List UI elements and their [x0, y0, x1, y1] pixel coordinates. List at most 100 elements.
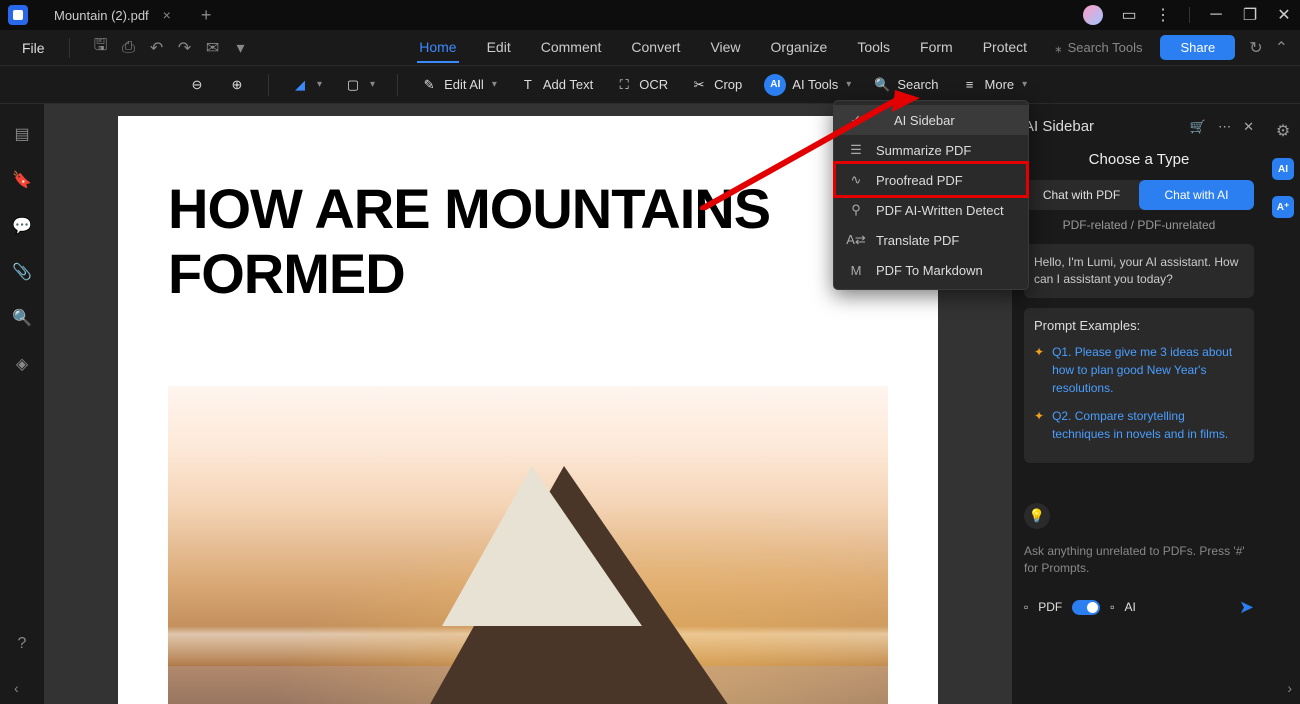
far-right-bar: ⚙ AI A⁺ [1266, 104, 1300, 704]
related-label: PDF-related / PDF-unrelated [1024, 218, 1254, 232]
ai-panel-icon[interactable]: AI [1272, 158, 1294, 180]
tab-comment[interactable]: Comment [539, 33, 604, 63]
layers-icon[interactable]: ◈ [12, 354, 32, 374]
highlight-button[interactable]: ◢▾ [283, 72, 330, 98]
ai-sidebar-title: AI Sidebar [1024, 118, 1094, 135]
tab-tools[interactable]: Tools [855, 33, 892, 63]
summary-icon: ☰ [848, 142, 864, 158]
maximize-button[interactable]: ❐ [1242, 7, 1258, 23]
ai-toggle-icon: ▫ [1110, 600, 1114, 614]
ocr-button[interactable]: ⛶OCR [607, 72, 676, 98]
message-icon[interactable]: ▭ [1121, 7, 1137, 23]
prompt-q1[interactable]: ✦ Q1. Please give me 3 ideas about how t… [1034, 343, 1244, 397]
prev-page-button[interactable]: ‹ [14, 680, 19, 696]
detect-icon: ⚲ [848, 202, 864, 218]
comment-icon[interactable]: 💬 [12, 216, 32, 236]
bulb-icon: ⁎ [1055, 40, 1062, 56]
prompt-q2[interactable]: ✦ Q2. Compare storytelling techniques in… [1034, 407, 1244, 443]
type-toggle: Chat with PDF Chat with AI [1024, 180, 1254, 210]
sync-icon[interactable]: ↻ [1249, 38, 1262, 58]
titlebar: Mountain (2).pdf × + ▭ ⋮ ─ ❐ ✕ [0, 0, 1300, 30]
translate-panel-icon[interactable]: A⁺ [1272, 196, 1294, 218]
redo-icon[interactable]: ↷ [176, 39, 194, 57]
ai-badge-icon: AI [764, 74, 786, 96]
tab-organize[interactable]: Organize [769, 33, 830, 63]
main-tabs: Home Edit Comment Convert View Organize … [417, 33, 1029, 63]
next-page-button[interactable]: › [1287, 680, 1292, 696]
dropdown-ai-detect[interactable]: ⚲ PDF AI-Written Detect [834, 195, 1028, 225]
dropdown-translate[interactable]: A⇄ Translate PDF [834, 225, 1028, 255]
close-panel-icon[interactable]: ✕ [1243, 119, 1254, 135]
attachment-icon[interactable]: 📎 [12, 262, 32, 282]
help-icon[interactable]: ? [12, 634, 32, 654]
app-logo [8, 5, 28, 25]
bookmark-icon[interactable]: 🔖 [12, 170, 32, 190]
translate-icon: A⇄ [848, 232, 864, 248]
thumbnails-icon[interactable]: ▤ [12, 124, 32, 144]
proofread-icon: ∿ [848, 172, 864, 188]
undo-icon[interactable]: ↶ [148, 39, 166, 57]
shape-button[interactable]: ▢▾ [336, 72, 383, 98]
ai-toggle-label: AI [1125, 600, 1136, 614]
toolbar: ⊖ ⊕ ◢▾ ▢▾ ✎Edit All▾ TAdd Text ⛶OCR ✂Cro… [0, 66, 1300, 104]
more-dots-icon[interactable]: ⋯ [1218, 119, 1231, 135]
document-heading: HOW ARE MOUNTAINS FORMED [168, 176, 888, 306]
file-menu[interactable]: File [12, 40, 55, 56]
search-button[interactable]: 🔍Search [865, 72, 946, 98]
close-button[interactable]: ✕ [1276, 7, 1292, 23]
minimize-button[interactable]: ─ [1208, 7, 1224, 23]
chat-with-ai-button[interactable]: Chat with AI [1139, 180, 1254, 210]
dropdown-ai-sidebar[interactable]: ✓ AI Sidebar [834, 105, 1028, 135]
save-icon[interactable]: 🖫 [92, 39, 110, 57]
tab-home[interactable]: Home [417, 33, 458, 63]
ai-greeting: Hello, I'm Lumi, your AI assistant. How … [1024, 244, 1254, 298]
print-icon[interactable]: ⎙ [120, 39, 138, 57]
pdf-toggle-icon: ▫ [1024, 600, 1028, 614]
mail-icon[interactable]: ✉ [204, 39, 222, 57]
chevron-up-icon[interactable]: ⌃ [1275, 38, 1288, 58]
more-button[interactable]: ≡More▾ [953, 72, 1036, 98]
chat-with-pdf-button[interactable]: Chat with PDF [1024, 180, 1139, 210]
search-icon[interactable]: 🔍 [12, 308, 32, 328]
menubar: File 🖫 ⎙ ↶ ↷ ✉ ▾ Home Edit Comment Conve… [0, 30, 1300, 66]
edit-all-button[interactable]: ✎Edit All▾ [412, 72, 505, 98]
document-tab[interactable]: Mountain (2).pdf × [38, 0, 187, 30]
tab-convert[interactable]: Convert [629, 33, 682, 63]
tab-form[interactable]: Form [918, 33, 955, 63]
ai-tools-dropdown: ✓ AI Sidebar ☰ Summarize PDF ∿ Proofread… [833, 100, 1029, 290]
ask-placeholder[interactable]: Ask anything unrelated to PDFs. Press '#… [1024, 543, 1254, 577]
cart-icon[interactable]: 🛒 [1190, 119, 1206, 135]
ai-tools-button[interactable]: AIAI Tools▾ [756, 70, 859, 100]
pdf-page: HOW ARE MOUNTAINS FORMED [118, 116, 938, 704]
share-button[interactable]: Share [1160, 35, 1235, 60]
ai-sidebar: AI Sidebar 🛒 ⋯ ✕ Choose a Type Chat with… [1012, 104, 1266, 704]
dropdown-proofread[interactable]: ∿ Proofread PDF [834, 165, 1028, 195]
new-tab-button[interactable]: + [201, 5, 212, 26]
tab-protect[interactable]: Protect [981, 33, 1029, 63]
document-image [168, 386, 888, 704]
tab-view[interactable]: View [708, 33, 742, 63]
dropdown-summarize[interactable]: ☰ Summarize PDF [834, 135, 1028, 165]
pdf-toggle-label: PDF [1038, 600, 1062, 614]
prompt-examples-title: Prompt Examples: [1034, 318, 1244, 333]
add-text-button[interactable]: TAdd Text [511, 72, 601, 98]
ai-toggle[interactable] [1072, 600, 1100, 615]
kebab-menu-icon[interactable]: ⋮ [1155, 7, 1171, 23]
sliders-icon[interactable]: ⚙ [1272, 120, 1294, 142]
zoom-in-button[interactable]: ⊕ [220, 72, 254, 98]
zoom-out-button[interactable]: ⊖ [180, 72, 214, 98]
search-tools-label: Search Tools [1068, 40, 1143, 55]
search-tools[interactable]: ⁎ Search Tools [1055, 40, 1142, 56]
tab-close-icon[interactable]: × [163, 7, 171, 23]
choose-type-label: Choose a Type [1024, 151, 1254, 168]
idea-icon[interactable]: 💡 [1024, 503, 1050, 529]
dropdown-markdown[interactable]: M PDF To Markdown [834, 255, 1028, 285]
tab-edit[interactable]: Edit [485, 33, 513, 63]
tab-title: Mountain (2).pdf [54, 8, 149, 23]
dropdown-icon[interactable]: ▾ [232, 39, 250, 57]
star-icon: ✦ [1034, 407, 1044, 443]
markdown-icon: M [848, 262, 864, 278]
send-icon[interactable]: ➤ [1239, 597, 1254, 618]
crop-button[interactable]: ✂Crop [682, 72, 750, 98]
user-avatar[interactable] [1083, 5, 1103, 25]
